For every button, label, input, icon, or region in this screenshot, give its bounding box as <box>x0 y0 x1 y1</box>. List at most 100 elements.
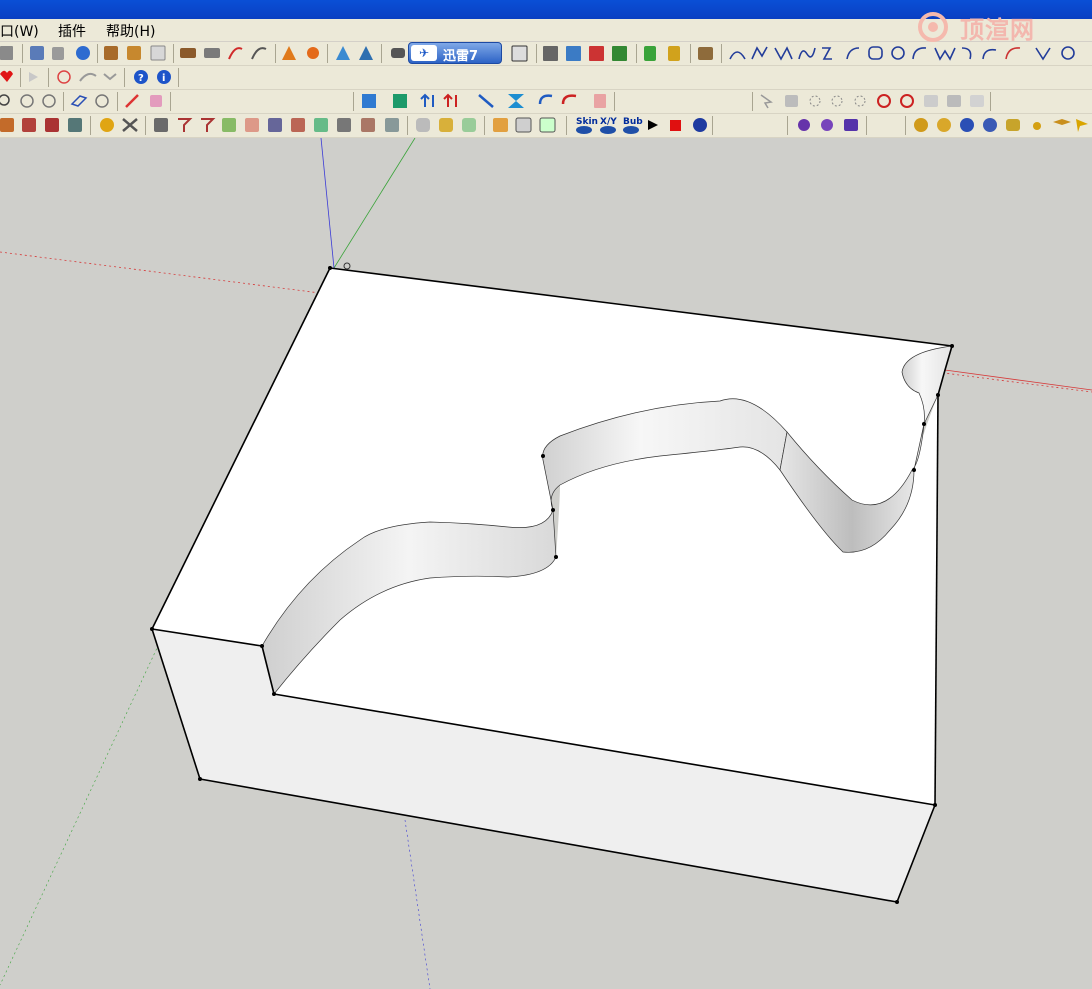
curve-w-icon[interactable] <box>934 47 956 61</box>
rounded-rect-icon[interactable] <box>868 46 883 60</box>
tag-icon[interactable] <box>70 95 88 107</box>
face-normal-icon[interactable] <box>362 94 376 108</box>
chair-icon[interactable] <box>52 47 64 60</box>
heart-icon[interactable] <box>0 70 13 82</box>
stack-icon[interactable] <box>785 95 798 107</box>
surface3-icon[interactable] <box>268 118 282 132</box>
surface8-icon[interactable] <box>385 118 399 132</box>
r-icon[interactable] <box>960 118 974 132</box>
graduation-icon[interactable] <box>1053 119 1071 125</box>
pointer-icon[interactable] <box>1076 119 1088 132</box>
cube-icon[interactable] <box>511 45 528 62</box>
menu-plugins[interactable]: 插件 <box>58 21 86 41</box>
tool-b-icon[interactable] <box>22 118 36 132</box>
curve-arch-icon[interactable] <box>729 51 746 60</box>
arc-tool-icon[interactable] <box>846 47 860 60</box>
grid2-icon[interactable] <box>566 46 581 61</box>
gem2-icon[interactable] <box>821 119 833 131</box>
arrows-up-icon[interactable] <box>420 93 434 107</box>
follow-me-icon[interactable] <box>178 118 193 132</box>
arc4-icon[interactable] <box>1005 47 1021 60</box>
hourglass-icon[interactable] <box>508 94 524 108</box>
arc2-icon[interactable] <box>251 47 267 60</box>
shape-icon[interactable] <box>924 95 938 107</box>
face-normal2-icon[interactable] <box>393 94 407 108</box>
follow-me2-icon[interactable] <box>201 118 216 132</box>
circle-red2-icon[interactable] <box>900 94 914 108</box>
tent-icon[interactable] <box>336 46 350 60</box>
hand-icon[interactable] <box>970 95 984 107</box>
hook-icon[interactable] <box>961 47 972 60</box>
section-icon[interactable] <box>180 48 196 58</box>
model-viewport[interactable] <box>0 138 1092 989</box>
grid3-icon[interactable] <box>589 46 604 61</box>
lock-icon[interactable] <box>100 118 114 132</box>
figure-icon[interactable] <box>644 46 656 61</box>
pencil-icon[interactable] <box>125 94 139 108</box>
poly-icon[interactable] <box>462 118 476 132</box>
box-c-icon[interactable] <box>539 117 556 133</box>
tool-c-icon[interactable] <box>45 118 59 132</box>
tool-d-icon[interactable] <box>68 118 82 132</box>
eraser-icon[interactable] <box>150 95 162 107</box>
tent2-icon[interactable] <box>359 46 373 60</box>
surface2-icon[interactable] <box>245 118 259 132</box>
sun-icon[interactable] <box>307 47 319 59</box>
tool-a-icon[interactable] <box>0 118 14 132</box>
stop-icon[interactable] <box>670 120 681 131</box>
magnet-icon[interactable] <box>439 118 453 132</box>
dots-icon[interactable] <box>809 95 821 107</box>
curve-n2-icon[interactable] <box>798 47 816 60</box>
tag2-icon[interactable] <box>1006 119 1020 131</box>
surface7-icon[interactable] <box>361 118 375 132</box>
page-icon[interactable] <box>594 94 606 108</box>
zoom-icon[interactable] <box>0 94 10 106</box>
cone-icon[interactable] <box>282 46 296 60</box>
circle-tool-icon[interactable] <box>1061 46 1075 60</box>
menu-help[interactable]: 帮助(H) <box>106 21 155 41</box>
box-b-icon[interactable] <box>515 117 532 133</box>
redraw-icon[interactable] <box>57 70 71 84</box>
chevron-icon[interactable] <box>103 73 117 81</box>
xy-icon[interactable] <box>600 126 616 134</box>
globe-icon[interactable] <box>76 46 90 60</box>
play-icon[interactable] <box>29 72 38 82</box>
pan-icon[interactable] <box>42 94 56 108</box>
gem3-icon[interactable] <box>844 119 858 131</box>
surface-icon[interactable] <box>222 118 236 132</box>
dot-icon[interactable] <box>1033 122 1041 130</box>
tape-icon[interactable] <box>698 47 713 60</box>
play2-icon[interactable] <box>648 120 658 130</box>
circle-red-icon[interactable] <box>877 94 891 108</box>
tools-icon[interactable] <box>122 118 138 132</box>
rotate-icon[interactable] <box>538 94 553 105</box>
binoculars-icon[interactable] <box>391 48 405 58</box>
xunlei-button[interactable]: ✈ 迅雷7 <box>408 42 502 64</box>
spiral-icon[interactable] <box>891 46 905 60</box>
grid4-icon[interactable] <box>612 46 627 61</box>
rotate2-icon[interactable] <box>561 94 577 105</box>
curve-n-icon[interactable] <box>751 46 768 60</box>
m-icon[interactable] <box>914 118 928 132</box>
surface4-icon[interactable] <box>291 118 305 132</box>
surface5-icon[interactable] <box>314 118 328 132</box>
hook2-icon[interactable] <box>982 48 997 60</box>
select-arrow-icon[interactable] <box>760 94 773 109</box>
box-a-icon[interactable] <box>493 118 508 132</box>
curve-zig-icon[interactable] <box>774 46 793 61</box>
wing-icon[interactable] <box>79 72 97 82</box>
bub-icon[interactable] <box>623 126 639 134</box>
question-icon[interactable] <box>983 118 997 132</box>
curve-v-icon[interactable] <box>1035 47 1051 61</box>
figure2-icon[interactable] <box>668 46 680 61</box>
paint-bucket-icon[interactable] <box>0 46 13 60</box>
arc-dots-icon[interactable] <box>228 47 243 60</box>
gear-icon[interactable] <box>937 118 951 132</box>
shell-icon[interactable] <box>416 118 430 132</box>
dots3-icon[interactable] <box>854 95 866 107</box>
cloud-icon[interactable] <box>693 118 707 132</box>
grid-icon[interactable] <box>543 46 558 61</box>
section2-icon[interactable] <box>204 48 220 58</box>
extrude-icon[interactable] <box>154 118 168 132</box>
box-icon[interactable] <box>150 45 166 61</box>
